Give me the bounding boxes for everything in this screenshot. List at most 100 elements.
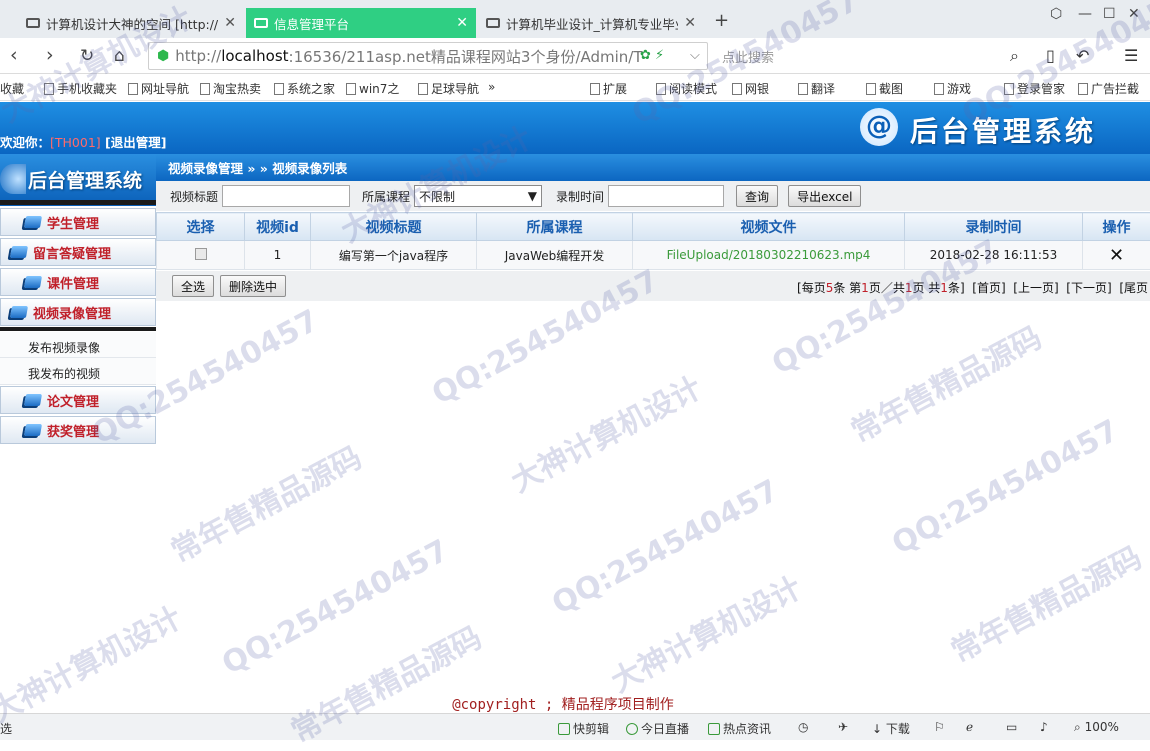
forward-icon[interactable]: › xyxy=(46,44,54,66)
mobile-icon xyxy=(44,83,54,95)
bookmark-more[interactable]: » xyxy=(488,80,495,94)
pager-next[interactable]: [下一页] xyxy=(1066,281,1111,295)
status-zoom[interactable]: ⌕ 100% xyxy=(1074,720,1119,735)
pager-prev[interactable]: [上一页] xyxy=(1013,281,1058,295)
status-news[interactable]: 热点资讯 xyxy=(708,720,771,737)
status-window-icon[interactable]: ▭ xyxy=(1006,720,1017,734)
toolbar-screenshot[interactable]: 截图 xyxy=(866,80,903,97)
search-icon[interactable]: ⌕ xyxy=(1010,46,1019,66)
sidebar-item-courseware[interactable]: 课件管理 xyxy=(0,268,156,296)
toolbar-extensions[interactable]: 扩展 xyxy=(590,80,627,97)
status-download[interactable]: ↓ 下载 xyxy=(872,720,910,737)
sidebar-item-awards[interactable]: 获奖管理 xyxy=(0,416,156,444)
close-icon[interactable]: ✕ xyxy=(224,15,236,31)
submenu-publish-video[interactable]: 发布视频录像 xyxy=(28,339,100,356)
toolbar-translate[interactable]: 翻译 xyxy=(798,80,835,97)
minimize-icon[interactable]: — xyxy=(1078,6,1092,22)
skin-icon[interactable]: ⬡ xyxy=(1050,6,1062,22)
sidebar-item-videos[interactable]: 视频录像管理 xyxy=(0,298,156,326)
browser-tab-2[interactable]: 信息管理平台 ✕ xyxy=(246,8,476,38)
toolbar-login-manager[interactable]: 登录管家 xyxy=(1004,80,1065,97)
search-placeholder: 点此搜索 xyxy=(722,47,774,66)
refresh-icon[interactable]: ↻ xyxy=(80,46,94,66)
page-icon xyxy=(418,83,428,95)
browser-tab-3[interactable]: 计算机毕业设计_计算机专业毕业 ✕ xyxy=(478,8,704,38)
search-button[interactable]: 查询 xyxy=(736,185,778,207)
status-history-icon[interactable]: ◷ xyxy=(798,720,808,734)
home-icon[interactable]: ⌂ xyxy=(114,46,125,66)
bookmark-item[interactable]: 足球导航 xyxy=(418,80,479,97)
course-select[interactable]: 不限制 ▼ xyxy=(414,185,542,207)
toolbar-ad-block[interactable]: 广告拦截 xyxy=(1078,80,1139,97)
sidebar-item-messages[interactable]: 留言答疑管理 xyxy=(0,238,156,266)
title-filter-input[interactable] xyxy=(222,185,350,207)
undo-icon[interactable]: ↶ xyxy=(1076,46,1089,65)
submenu-my-videos[interactable]: 我发布的视频 xyxy=(28,365,100,382)
new-tab-button[interactable]: + xyxy=(714,10,729,31)
close-icon[interactable]: ✕ xyxy=(456,15,468,31)
bookmark-bar: 收藏 手机收藏夹 网址导航 淘宝热卖 系统之家 win7之 足球导航 » 扩展 … xyxy=(0,74,1150,101)
bookmark-item[interactable]: 手机收藏夹 xyxy=(44,80,117,97)
window-close-icon[interactable]: ✕ xyxy=(1128,6,1140,22)
logout-link[interactable]: [退出管理] xyxy=(105,135,166,150)
book-icon xyxy=(656,83,666,95)
folder-icon xyxy=(10,306,28,318)
menu-icon[interactable]: ☰ xyxy=(1124,46,1138,65)
delete-icon[interactable]: ✕ xyxy=(1083,241,1150,270)
close-icon[interactable]: ✕ xyxy=(684,15,696,31)
browser-tab-1[interactable]: 计算机设计大神的空间 [http://2 ✕ xyxy=(18,8,244,38)
compat-mode-icon[interactable]: ✿ ⚡ xyxy=(640,48,664,63)
bookmark-item[interactable]: 系统之家 xyxy=(274,80,335,97)
watermark: 常年售精品源码 xyxy=(842,313,1048,450)
pager-last[interactable]: [尾页 xyxy=(1119,281,1148,295)
swirl-logo-icon xyxy=(0,164,26,194)
chevron-down-icon[interactable]: ⌵ xyxy=(690,48,700,63)
system-title: 后台管理系统 xyxy=(910,110,1096,150)
admin-header: 欢迎你：[TH001] [退出管理] @ 后台管理系统 xyxy=(0,102,1150,154)
scissors-icon xyxy=(866,83,876,95)
video-title-cell: 编写第一个java程序 xyxy=(311,241,477,270)
folder-icon xyxy=(24,424,42,436)
bookmark-item[interactable]: win7之 xyxy=(346,80,399,97)
toolbar-reading-mode[interactable]: 阅读模式 xyxy=(656,80,717,97)
pager-first[interactable]: [首页] xyxy=(972,281,1005,295)
zoom-icon: ⌕ xyxy=(1074,720,1081,734)
video-file-link[interactable]: FileUpload/20180302210623.mp4 xyxy=(633,241,905,270)
time-filter-label: 录制时间 xyxy=(556,188,604,205)
pager: [每页5条 第1页／共1页 共1条] [首页] [上一页] [下一页] [尾页 xyxy=(797,279,1148,296)
row-select-cell xyxy=(157,241,245,270)
export-excel-button[interactable]: 导出excel xyxy=(788,185,861,207)
folder-icon xyxy=(10,246,28,258)
maximize-icon[interactable]: ☐ xyxy=(1103,6,1116,22)
pager-total: 1 xyxy=(940,281,948,295)
sidebar-item-papers[interactable]: 论文管理 xyxy=(0,386,156,414)
phone-icon[interactable]: ▯ xyxy=(1046,46,1055,65)
bookmark-item[interactable]: 收藏 xyxy=(0,80,24,97)
status-ie-icon[interactable]: ℯ xyxy=(966,720,973,734)
select-all-button[interactable]: 全选 xyxy=(172,275,214,297)
page-icon xyxy=(274,83,284,95)
toolbar-bank[interactable]: 网银 xyxy=(732,80,769,97)
status-live[interactable]: 今日直播 xyxy=(626,720,689,737)
delete-selected-button[interactable]: 删除选中 xyxy=(220,275,286,297)
play-icon xyxy=(626,723,638,735)
pager-text: [每页 xyxy=(797,281,826,295)
status-volume-icon[interactable]: ♪ xyxy=(1040,720,1048,734)
pager-text: 条 第 xyxy=(833,281,861,295)
status-text: 选 xyxy=(0,720,12,737)
bookmark-item[interactable]: 网址导航 xyxy=(128,80,189,97)
bookmark-item[interactable]: 淘宝热卖 xyxy=(200,80,261,97)
toolbar-games[interactable]: 游戏 xyxy=(934,80,971,97)
search-input[interactable]: 点此搜索 xyxy=(712,42,1032,70)
status-flag-icon[interactable]: ⚐ xyxy=(934,720,945,734)
watermark: QQ:254540457 xyxy=(216,533,454,682)
tab-page-icon xyxy=(254,18,268,28)
sidebar-item-students[interactable]: 学生管理 xyxy=(0,208,156,236)
sidebar-item-label: 学生管理 xyxy=(47,213,99,232)
status-quick-clip[interactable]: 快剪辑 xyxy=(558,720,609,737)
status-pin-icon[interactable]: ✈ xyxy=(838,720,848,734)
time-filter-input[interactable] xyxy=(608,185,724,207)
row-checkbox[interactable] xyxy=(195,248,207,260)
url-input[interactable]: ⬢ http:// localhost :16536/211asp.net精品课… xyxy=(148,42,708,70)
back-icon[interactable]: ‹ xyxy=(10,44,18,66)
